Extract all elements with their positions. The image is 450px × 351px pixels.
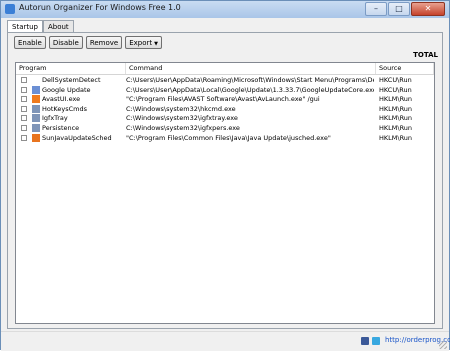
close-button[interactable]: ✕ [411, 2, 445, 16]
export-label: Export [129, 39, 153, 47]
remove-button[interactable]: Remove [85, 36, 123, 49]
chevron-down-icon: ▼ [154, 41, 159, 47]
resize-grip-icon[interactable] [439, 341, 447, 349]
command-cell: C:\Users\User\AppData\Local\Google\Updat… [126, 85, 374, 94]
startup-panel: Enable Disable Remove Export ▼ TOTAL Prog… [7, 32, 443, 329]
window-title: Autorun Organizer For Windows Free 1.0 [19, 3, 181, 12]
table-row[interactable]: AvastUI.exe "C:\Program Files\AVAST Softw… [16, 95, 434, 104]
program-cell: DellSystemDetect [42, 76, 101, 84]
maximize-button[interactable]: □ [388, 2, 410, 16]
source-cell: HKLM\Run [379, 95, 413, 104]
disable-button[interactable]: Disable [48, 36, 83, 49]
source-cell: HKCU\Run [379, 76, 412, 84]
java-icon [32, 133, 40, 142]
toolbar: Enable Disable Remove Export ▼ [14, 36, 163, 49]
table-row[interactable]: IgfxTray C:\Windows\system32\igfxtray.exe… [16, 114, 434, 123]
row-checkbox[interactable] [21, 125, 27, 131]
row-checkbox[interactable] [21, 105, 27, 112]
title-bar[interactable]: Autorun Organizer For Windows Free 1.0 –… [1, 1, 449, 18]
table-row[interactable]: Persistence C:\Windows\system32\igfxpers.… [16, 124, 434, 133]
app-icon [32, 114, 40, 123]
source-cell: HKLM\Run [379, 124, 413, 132]
program-cell: AvastUI.exe [42, 95, 81, 104]
app-window: Autorun Organizer For Windows Free 1.0 –… [0, 0, 450, 351]
facebook-icon[interactable] [361, 337, 369, 345]
total-label: TOTAL [413, 51, 438, 59]
program-cell: SunJavaUpdateSched [42, 133, 112, 142]
app-icon [32, 124, 40, 132]
blank-icon [32, 76, 40, 84]
export-button[interactable]: Export ▼ [125, 36, 163, 49]
source-cell: HKLM\Run [379, 133, 413, 142]
program-cell: IgfxTray [42, 114, 68, 123]
row-checkbox[interactable] [21, 96, 27, 103]
source-cell: HKCU\Run [379, 85, 412, 94]
google-update-icon [32, 85, 40, 94]
table-row[interactable]: HotKeysCmds C:\Windows\system32\hkcmd.exe… [16, 104, 434, 114]
twitter-icon[interactable] [372, 337, 380, 345]
program-cell: HotKeysCmds [42, 104, 87, 113]
column-header-program[interactable]: Program [16, 63, 126, 74]
autorun-list[interactable]: Program Command Source DellSystemDetect C… [15, 62, 435, 324]
command-cell: C:\Windows\system32\igfxpers.exe [126, 124, 240, 132]
app-logo-icon [5, 4, 15, 14]
table-row[interactable]: DellSystemDetect C:\Users\User\AppData\Ro… [16, 76, 434, 85]
list-header: Program Command Source [16, 63, 434, 75]
command-cell: C:\Windows\system32\igfxtray.exe [126, 114, 238, 123]
command-cell: "C:\Program Files\AVAST Software\Avast\A… [126, 95, 320, 104]
source-cell: HKLM\Run [379, 114, 413, 123]
command-cell: "C:\Program Files\Common Files\Java\Java… [126, 133, 331, 142]
command-cell: C:\Users\User\AppData\Roaming\Microsoft\… [126, 76, 374, 84]
column-header-source[interactable]: Source [376, 63, 434, 74]
status-bar: http://orderprog.com [1, 331, 450, 351]
row-checkbox[interactable] [21, 77, 27, 83]
enable-button[interactable]: Enable [14, 36, 46, 49]
table-row[interactable]: Google Update C:\Users\User\AppData\Local… [16, 85, 434, 95]
program-cell: Persistence [42, 124, 80, 132]
column-header-command[interactable]: Command [126, 63, 376, 74]
row-checkbox[interactable] [21, 134, 27, 141]
minimize-button[interactable]: – [365, 2, 387, 16]
row-checkbox[interactable] [21, 115, 27, 122]
source-cell: HKLM\Run [379, 104, 413, 113]
window-controls: – □ ✕ [365, 2, 445, 16]
row-checkbox[interactable] [21, 86, 27, 93]
avast-icon [32, 95, 40, 104]
app-icon [32, 104, 40, 113]
table-row[interactable]: SunJavaUpdateSched "C:\Program Files\Comm… [16, 133, 434, 143]
program-cell: Google Update [42, 85, 91, 94]
command-cell: C:\Windows\system32\hkcmd.exe [126, 104, 236, 113]
